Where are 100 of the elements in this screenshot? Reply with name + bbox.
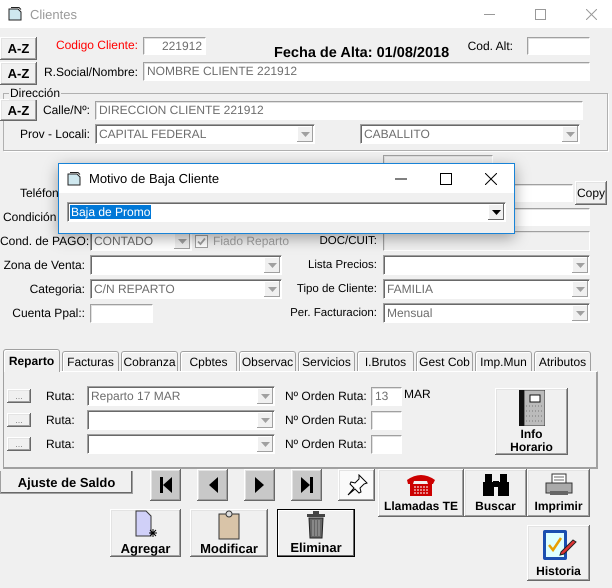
tab[interactable]: I.Brutos — [357, 351, 414, 371]
field-label: Prov - Locali: — [18, 127, 90, 141]
field-label: Ruta: — [46, 413, 76, 427]
binoculars-icon — [482, 473, 510, 497]
text-field[interactable] — [383, 231, 590, 251]
field-label: Per. Facturacion: — [290, 307, 377, 319]
route-code: MAR — [404, 387, 431, 401]
dropdown-field[interactable] — [90, 255, 282, 275]
toolbar-button[interactable]: Imprimir — [527, 469, 590, 517]
text-field[interactable] — [371, 434, 402, 454]
dropdown-field[interactable]: Baja de Promo — [67, 202, 506, 222]
info-button[interactable]: Info Horario — [495, 388, 568, 455]
next-button[interactable] — [244, 469, 275, 501]
dropdown-field[interactable]: Reparto 17 MAR — [87, 386, 275, 406]
field-label: Cod. Alt: — [468, 38, 513, 53]
field-label: Ruta: — [46, 389, 76, 403]
date-label: Fecha de Alta: 01/08/2018 — [274, 45, 450, 61]
previous-button[interactable] — [197, 469, 228, 501]
dropdown-field[interactable] — [87, 434, 275, 454]
tab[interactable]: Reparto — [3, 349, 60, 372]
checklist-pen-icon — [540, 528, 576, 562]
dropdown-field[interactable]: CABALLITO — [360, 124, 580, 144]
notebook-icon — [518, 390, 544, 426]
play-icon — [254, 476, 264, 494]
field-label: Categoria: — [28, 282, 86, 296]
caret-icon — [576, 310, 584, 316]
printer-icon — [544, 473, 574, 497]
tab[interactable]: Cpbtes — [180, 351, 237, 371]
new-document-icon — [134, 510, 156, 540]
sort-button[interactable]: A-Z — [0, 62, 37, 85]
caret-icon — [260, 394, 270, 398]
caret-icon — [260, 418, 270, 422]
toolbar-button[interactable]: Buscar — [464, 469, 527, 517]
text-field[interactable]: NOMBRE CLIENTE 221912 — [143, 62, 590, 81]
field-label: Nº Orden Ruta: — [285, 389, 368, 403]
dropdown-field[interactable]: Mensual — [383, 303, 590, 323]
field-label: Nº Orden Ruta: — [285, 437, 368, 451]
caret-icon — [268, 262, 276, 268]
caret-icon — [576, 262, 584, 268]
dropdown-field[interactable]: FAMILIA — [383, 279, 590, 299]
tab[interactable]: Facturas — [62, 351, 119, 371]
last-record-button[interactable] — [291, 469, 322, 501]
skip-back-icon — [158, 476, 172, 494]
text-field[interactable]: DIRECCION CLIENTE 221912 — [95, 100, 583, 120]
dropdown-field[interactable]: C/N REPARTO — [90, 279, 282, 299]
dialog-title: Motivo de Baja Cliente — [89, 171, 220, 186]
text-field[interactable] — [90, 304, 153, 322]
sort-button[interactable]: A-Z — [0, 37, 37, 60]
checkbox-label: Fiado Reparto — [213, 234, 290, 248]
pin-button[interactable] — [338, 469, 375, 501]
tab[interactable]: Observac — [239, 351, 296, 371]
clipboard-icon — [218, 510, 240, 540]
skip-forward-icon — [300, 476, 314, 494]
play-back-icon — [208, 476, 218, 494]
trash-icon — [306, 511, 326, 539]
tab[interactable]: Servicios — [298, 351, 355, 371]
checkbox[interactable] — [195, 234, 208, 248]
window-title: Clientes — [30, 6, 77, 22]
text-field[interactable]: 13 — [371, 386, 402, 406]
toolbar-button[interactable]: Agregar — [110, 509, 181, 557]
text-field[interactable] — [527, 37, 590, 55]
caret-icon — [260, 442, 270, 446]
close-icon[interactable] — [485, 172, 497, 184]
group-title: Dirección — [9, 86, 62, 100]
field-label: Tipo de Cliente: — [296, 283, 377, 295]
field-label: Nº Orden Ruta: — [285, 413, 368, 427]
field-label: Codigo Cliente: — [54, 37, 138, 52]
pushpin-icon — [346, 474, 368, 496]
tab[interactable]: Atributos — [534, 351, 591, 371]
caret-icon — [268, 286, 276, 292]
field-label: Ruta: — [46, 437, 76, 451]
copy-button[interactable]: Copy — [575, 181, 607, 205]
tab[interactable]: Cobranza — [121, 351, 178, 371]
dropdown-field[interactable] — [87, 410, 275, 430]
toolbar-button[interactable]: Llamadas TE — [378, 469, 464, 517]
field-label: R.Social/Nombre: — [42, 64, 138, 79]
maximize-icon[interactable] — [440, 172, 452, 184]
tab[interactable]: Imp.Mun — [475, 351, 532, 371]
field-label: Zona de Venta: — [2, 258, 86, 272]
app-icon — [8, 7, 24, 21]
first-record-button[interactable] — [150, 469, 181, 501]
adjust-balance-tab[interactable]: Ajuste de Saldo — [0, 471, 133, 494]
history-button[interactable]: Historia — [527, 525, 590, 581]
caret-icon — [566, 132, 574, 136]
field-label: Lista Precios: — [306, 259, 377, 271]
app-icon — [67, 172, 83, 186]
toolbar-button[interactable]: Eliminar — [277, 509, 355, 557]
field-label: Condición — [3, 210, 56, 224]
caret-icon — [576, 286, 584, 292]
dropdown-field[interactable]: CAPITAL FEDERAL — [95, 124, 315, 144]
sort-button[interactable]: A-Z — [0, 99, 37, 121]
text-field[interactable] — [371, 410, 402, 430]
dropdown-field[interactable] — [383, 255, 590, 275]
field-label: Teléfon — [20, 186, 59, 200]
field-label: Cuenta Ppal:: — [11, 306, 86, 320]
field-label: Cond. de PAGO: — [0, 234, 90, 248]
toolbar-button[interactable]: Modificar — [190, 509, 268, 557]
tab[interactable]: Gest Cob — [416, 351, 473, 371]
code-field[interactable]: 221912 — [143, 37, 206, 55]
field-label: DOC/CUIT: — [318, 235, 377, 247]
